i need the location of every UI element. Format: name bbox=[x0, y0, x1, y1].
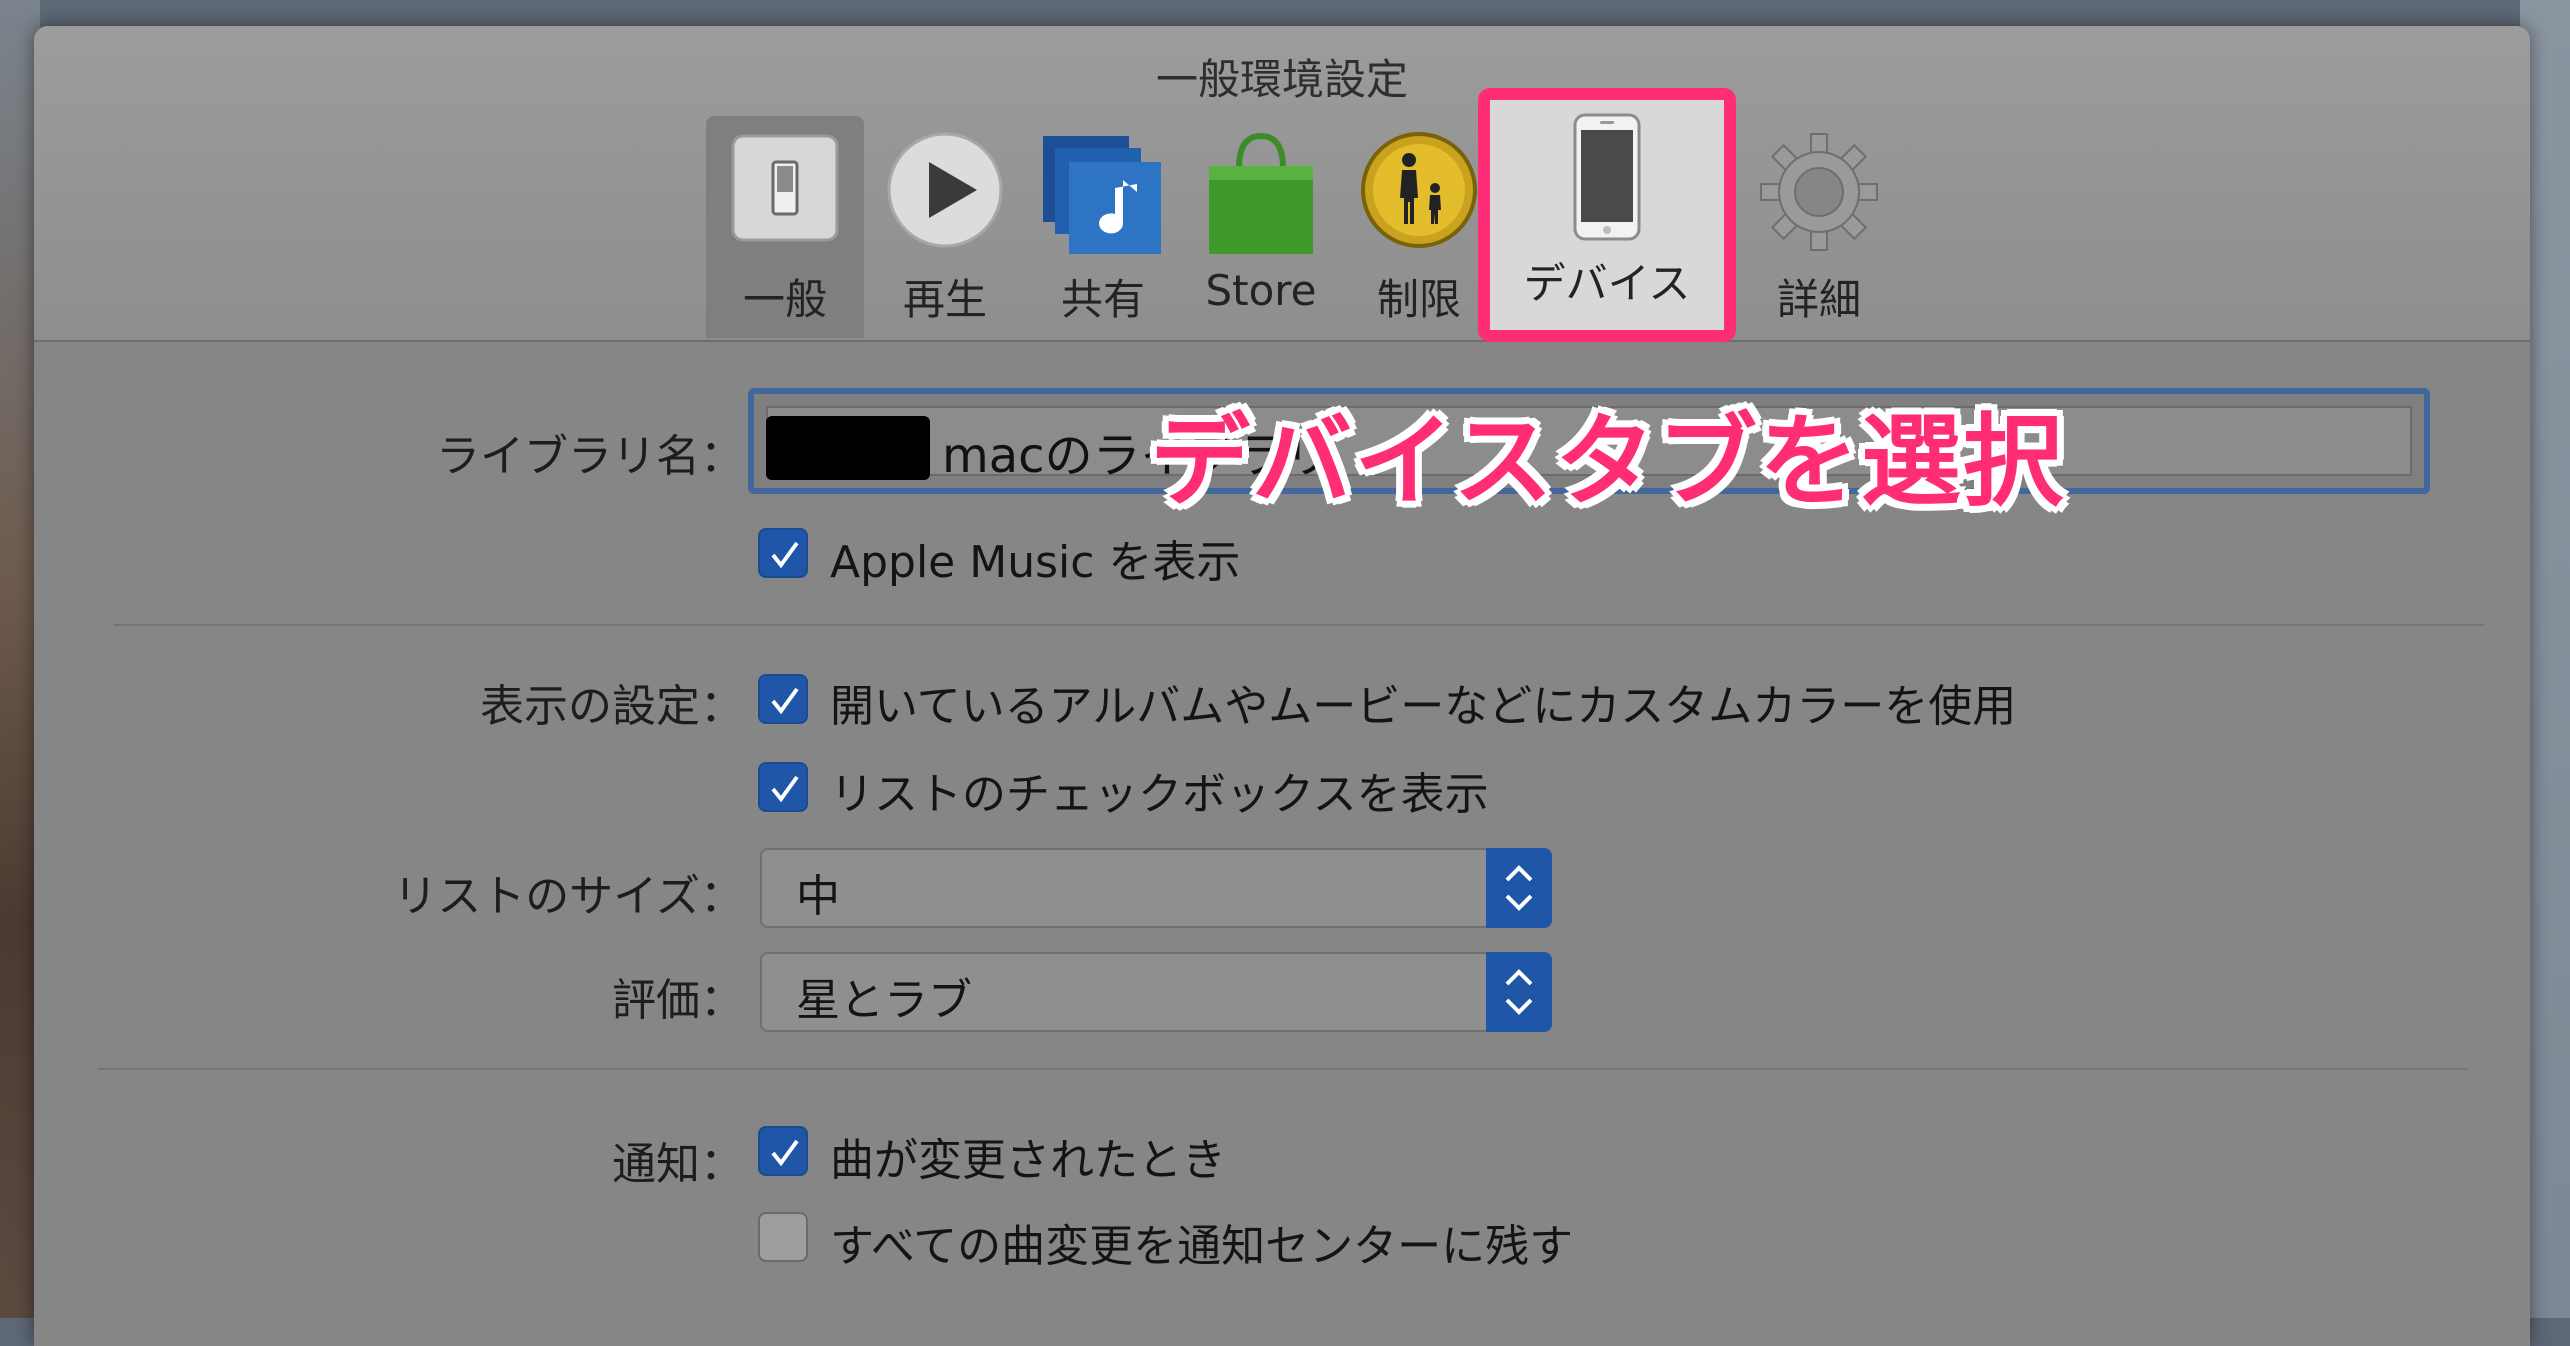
tab-restrictions[interactable]: 制限 bbox=[1340, 116, 1498, 338]
rating-select[interactable]: 星とラブ bbox=[760, 952, 1552, 1032]
redaction-block bbox=[766, 416, 930, 480]
notification-center-checkbox[interactable] bbox=[758, 1212, 808, 1262]
checkmark-icon bbox=[771, 687, 799, 715]
display-settings-label: 表示の設定： bbox=[480, 681, 744, 732]
gear-icon bbox=[1759, 132, 1879, 256]
tab-playback-label: 再生 bbox=[902, 275, 987, 324]
list-size-select[interactable]: 中 bbox=[760, 848, 1552, 928]
song-change-label: 曲が変更されたとき bbox=[830, 1135, 1226, 1186]
list-size-label: リストのサイズ： bbox=[393, 871, 744, 922]
tab-sharing[interactable]: 共有 bbox=[1024, 116, 1182, 338]
tab-sharing-label: 共有 bbox=[1060, 275, 1145, 324]
play-icon bbox=[885, 132, 1005, 256]
list-size-value: 中 bbox=[796, 871, 840, 922]
tab-store-label: Store bbox=[1205, 266, 1317, 315]
song-change-checkbox[interactable] bbox=[758, 1126, 808, 1176]
custom-color-label: 開いているアルバムやムービーなどにカスタムカラーを使用 bbox=[830, 681, 2017, 732]
apple-music-checkbox[interactable] bbox=[758, 528, 808, 578]
window-title: 一般環境設定 bbox=[1155, 55, 1408, 104]
checkmark-icon bbox=[771, 541, 799, 569]
custom-color-checkbox[interactable] bbox=[758, 674, 808, 724]
preferences-window: 一般環境設定 一般 再生 共有 Store 制限 詳細 デバイス ライブラリ名：… bbox=[34, 26, 2530, 1346]
tab-general[interactable]: 一般 bbox=[706, 116, 864, 338]
tab-advanced[interactable]: 詳細 bbox=[1740, 116, 1898, 338]
divider-1 bbox=[114, 624, 2484, 626]
music-note-icon bbox=[1041, 132, 1165, 260]
annotation-text: デバイスタブを選択 bbox=[1150, 403, 2065, 520]
tab-restrictions-label: 制限 bbox=[1376, 275, 1461, 324]
updown-chevron-icon bbox=[1486, 848, 1552, 928]
checkmark-icon bbox=[771, 775, 799, 803]
tab-devices[interactable]: デバイス bbox=[1490, 100, 1724, 330]
shopping-bag-icon bbox=[1201, 132, 1321, 260]
library-name-label: ライブラリ名： bbox=[436, 431, 744, 482]
toolbar: 一般環境設定 一般 再生 共有 Store 制限 詳細 bbox=[34, 26, 2530, 342]
tab-devices-label: デバイス bbox=[1523, 259, 1691, 308]
updown-chevron-icon bbox=[1486, 952, 1552, 1032]
list-checkbox-checkbox[interactable] bbox=[758, 762, 808, 812]
rating-value: 星とラブ bbox=[796, 975, 972, 1026]
divider-2 bbox=[98, 1068, 2468, 1070]
switch-icon bbox=[729, 132, 841, 248]
checkmark-icon bbox=[771, 1139, 799, 1167]
list-checkbox-label: リストのチェックボックスを表示 bbox=[830, 769, 1489, 820]
tab-playback[interactable]: 再生 bbox=[866, 116, 1024, 338]
apple-music-label: Apple Music を表示 bbox=[830, 537, 1241, 588]
iphone-icon bbox=[1572, 112, 1642, 246]
tab-general-label: 一般 bbox=[742, 275, 827, 324]
tab-advanced-label: 詳細 bbox=[1776, 275, 1861, 324]
notifications-label: 通知： bbox=[612, 1139, 744, 1190]
notification-center-label: すべての曲変更を通知センターに残す bbox=[830, 1221, 1574, 1272]
tab-store[interactable]: Store bbox=[1182, 116, 1340, 338]
parental-icon bbox=[1359, 132, 1479, 256]
rating-label: 評価： bbox=[612, 975, 744, 1026]
devices-highlight-frame: デバイス bbox=[1478, 88, 1736, 342]
